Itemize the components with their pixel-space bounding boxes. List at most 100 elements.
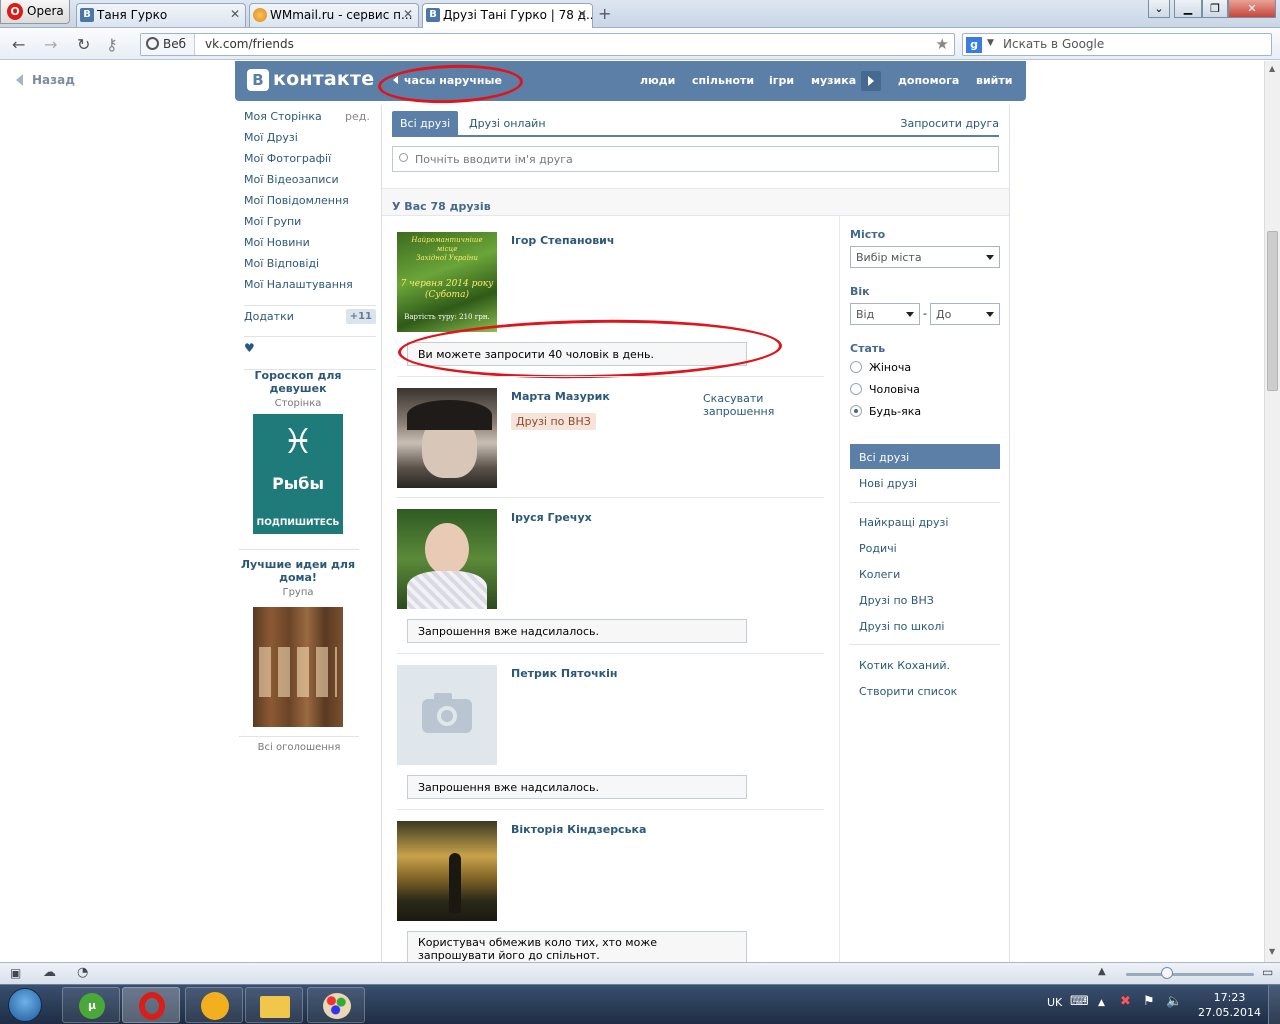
menu-my-photos[interactable]: Мої Фотографії <box>244 152 376 173</box>
close-tab-icon[interactable]: ✕ <box>403 7 413 21</box>
zoom-up-icon[interactable]: ▲ <box>1098 966 1106 977</box>
list-relatives[interactable]: Родичі <box>850 535 1000 560</box>
vk-logo-icon[interactable]: В <box>247 69 269 91</box>
friend-photo[interactable] <box>397 388 497 488</box>
ad-image-jars[interactable] <box>253 607 343 727</box>
url-field[interactable]: Веб vk.com/friends ★ <box>140 33 955 56</box>
close-window-icon[interactable]: ✕ <box>1228 0 1276 18</box>
reload-icon[interactable]: ↻ <box>77 35 90 54</box>
page-scrollbar[interactable]: ▲ ▼ <box>1264 61 1280 962</box>
all-ads-link[interactable]: Всі оголошення <box>238 742 360 753</box>
tab-friends-online[interactable]: Друзі онлайн <box>461 111 554 135</box>
scroll-up-icon[interactable]: ▲ <box>1269 64 1275 73</box>
nav-logout[interactable]: вийти <box>976 74 1012 87</box>
language-indicator[interactable]: UK <box>1047 996 1062 1009</box>
ad-home-ideas[interactable]: Лучшие идеи для дома! Група <box>237 558 359 727</box>
ad-image-horoscope[interactable]: ♓ Рыбы ПОДПИШИТЕСЬ <box>253 414 343 534</box>
zoom-slider-knob[interactable] <box>1161 967 1173 979</box>
city-select[interactable]: Вибір міста <box>850 246 1000 268</box>
nav-more-button[interactable] <box>861 71 881 91</box>
speed-dial-icon[interactable]: ◔ <box>77 965 88 980</box>
url-text[interactable]: vk.com/friends <box>205 37 294 51</box>
sex-radio-any[interactable]: Будь-яка <box>850 405 921 418</box>
new-tab-icon[interactable]: + <box>598 4 611 23</box>
menu-addons[interactable]: Додатки +11 <box>244 309 376 330</box>
menu-my-settings[interactable]: Мої Налаштування <box>244 278 376 299</box>
list-school-friends[interactable]: Друзі по школі <box>850 613 1000 638</box>
ad-title[interactable]: Лучшие идеи для дома! <box>237 558 359 584</box>
browser-tab-3[interactable]: В Друзі Тані Гурко | 78 д... ✕ <box>422 3 593 28</box>
taskbar-opera-icon[interactable] <box>122 987 180 1023</box>
friend-photo[interactable]: Найромантичніше місце Західної України 7… <box>397 232 497 332</box>
nav-music[interactable]: музика <box>811 74 856 87</box>
close-tab-icon[interactable]: ✕ <box>577 7 587 21</box>
taskbar-utorrent-icon[interactable]: µ <box>62 987 120 1023</box>
bookmark-star-icon[interactable]: ★ <box>936 35 949 53</box>
friend-photo[interactable] <box>397 509 497 609</box>
age-from-select[interactable]: Від <box>850 303 920 325</box>
list-university-friends[interactable]: Друзі по ВНЗ <box>850 587 1000 612</box>
invite-friend-link[interactable]: Запросити друга <box>900 117 999 130</box>
back-arrow-icon[interactable]: ← <box>12 35 25 54</box>
system-clock[interactable]: 17:23 27.05.2014 <box>1198 990 1261 1020</box>
cloud-icon[interactable]: ☁ <box>43 965 56 980</box>
vk-logo-text[interactable]: контакте <box>273 68 374 90</box>
show-desktop-button[interactable] <box>1268 985 1280 1024</box>
zoom-fit-icon[interactable]: ▭ <box>1262 965 1273 979</box>
friend-name[interactable]: Ігор Степанович <box>511 234 614 247</box>
cancel-invite-link[interactable]: Скасувати запрошення <box>703 392 783 418</box>
volume-icon[interactable]: 🔈 <box>1166 994 1182 1009</box>
network-error-icon[interactable]: ✖ <box>1120 994 1131 1009</box>
taskbar-aimp-icon[interactable] <box>185 987 243 1023</box>
scrollbar-thumb[interactable] <box>1267 231 1278 391</box>
tab-all-friends[interactable]: Всі друзі <box>392 111 459 135</box>
start-button-icon[interactable] <box>8 988 42 1022</box>
action-center-icon[interactable]: ⚑ <box>1143 994 1155 1009</box>
friend-name[interactable]: Марта Мазурик <box>511 390 610 403</box>
menu-my-friends[interactable]: Мої Друзі <box>244 131 376 152</box>
browser-tab-2[interactable]: WMmail.ru - сервис п... ✕ <box>249 3 419 27</box>
nav-people[interactable]: люди <box>640 74 675 87</box>
browser-tab-1[interactable]: В Таня Гурко ✕ <box>76 3 246 27</box>
friend-photo-placeholder[interactable] <box>397 665 497 765</box>
friend-name[interactable]: Іруся Гречух <box>511 511 592 524</box>
restore-icon[interactable]: ❐ <box>1202 0 1228 18</box>
minimize-icon[interactable]: ▁ <box>1174 0 1202 18</box>
key-icon[interactable]: ⚷ <box>106 35 118 54</box>
zoom-slider-track[interactable] <box>1126 973 1254 976</box>
scroll-down-icon[interactable]: ▼ <box>1269 947 1275 956</box>
ad-horoscope[interactable]: Гороскоп для девушек Сторінка ♓ Рыбы ПОД… <box>237 369 359 534</box>
keyboard-icon[interactable]: ⌨ <box>1070 994 1089 1009</box>
taskbar-paint-icon[interactable] <box>307 987 365 1023</box>
friend-name[interactable]: Петрик Пяточкін <box>511 667 618 680</box>
list-best-friends[interactable]: Найкращі друзі <box>850 509 1000 534</box>
opera-menu-button[interactable]: O Opera <box>0 0 70 24</box>
list-new-friends[interactable]: Нові друзі <box>850 470 1000 495</box>
heart-icon[interactable]: ♥ <box>244 341 376 363</box>
search-engine-field[interactable]: g ▼ Искать в Google <box>962 33 1272 56</box>
menu-my-messages[interactable]: Мої Повідомлення <box>244 194 376 215</box>
web-badge[interactable]: Веб <box>141 34 195 55</box>
nav-help[interactable]: допомога <box>898 74 959 87</box>
menu-my-videos[interactable]: Мої Відеозаписи <box>244 173 376 194</box>
close-tab-icon[interactable]: ✕ <box>230 7 240 21</box>
panel-toggle-icon[interactable]: ▣ <box>10 966 21 980</box>
back-link[interactable]: Назад <box>16 73 75 87</box>
sex-radio-male[interactable]: Чоловіча <box>850 383 920 396</box>
friend-search-input[interactable]: Почніть вводити ім'я друга <box>392 146 999 172</box>
chevron-down-icon[interactable]: ▼ <box>987 38 994 48</box>
menu-my-news[interactable]: Мої Новини <box>244 236 376 257</box>
friend-list-badge[interactable]: Друзі по ВНЗ <box>511 413 596 430</box>
menu-my-groups[interactable]: Мої Групи <box>244 215 376 236</box>
tab-menu-icon[interactable]: ⌄ <box>1148 0 1170 18</box>
friend-photo[interactable] <box>397 821 497 921</box>
ad-title[interactable]: Гороскоп для девушек <box>237 369 359 395</box>
forward-arrow-icon[interactable]: → <box>44 35 57 54</box>
taskbar-explorer-icon[interactable] <box>245 987 303 1023</box>
tray-expand-icon[interactable]: ▲ <box>1098 998 1105 1008</box>
friend-name[interactable]: Вікторія Кіндзерська <box>511 823 646 836</box>
nav-games[interactable]: ігри <box>769 74 794 87</box>
create-list-link[interactable]: Створити список <box>850 678 1000 703</box>
menu-my-answers[interactable]: Мої Відповіді <box>244 257 376 278</box>
age-to-select[interactable]: До <box>930 303 1000 325</box>
